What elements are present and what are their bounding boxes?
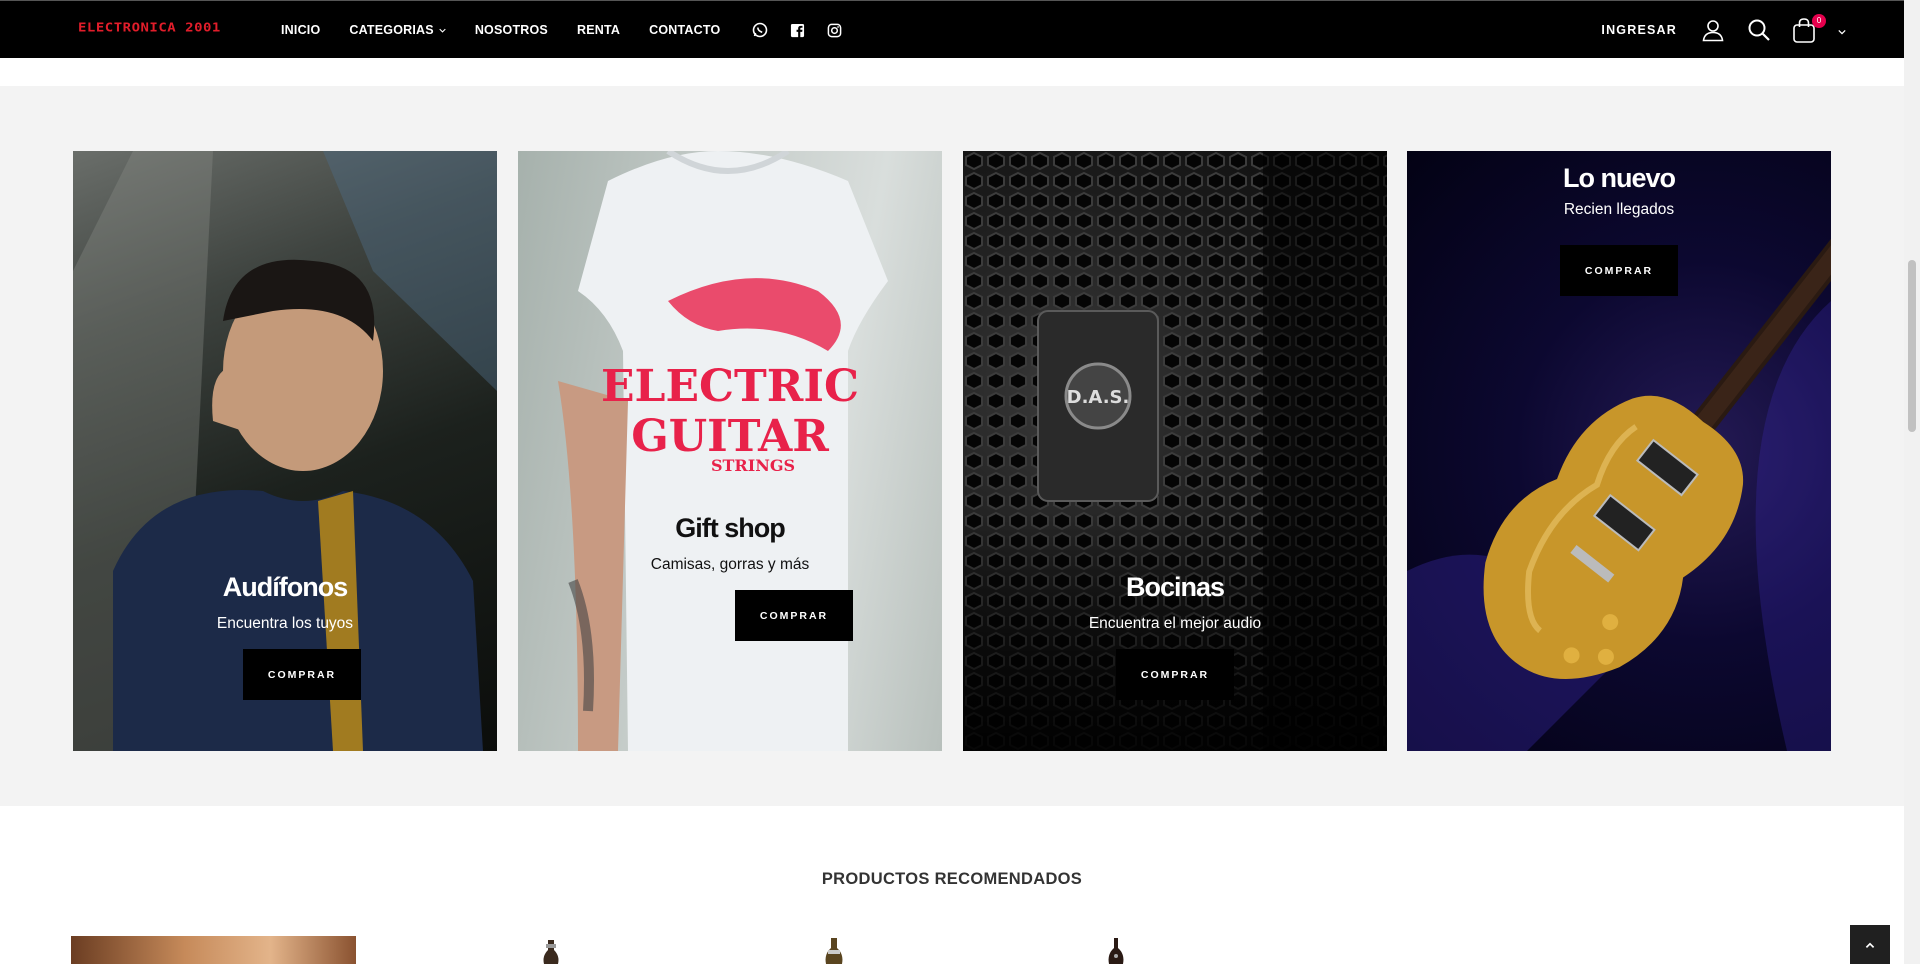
banner-image-guitar — [1407, 151, 1831, 751]
banner-image-tshirt: ELECTRIC GUITAR STRINGS — [518, 151, 942, 751]
site-logo[interactable]: ELECTRONICA 2001 — [78, 21, 221, 35]
banner-audifonos[interactable]: Audífonos Encuentra los tuyos COMPRAR — [73, 151, 497, 751]
page: ELECTRONICA 2001 INICIO CATEGORIAS NOSOT… — [0, 0, 1920, 964]
scroll-to-top-button[interactable] — [1850, 925, 1890, 964]
banner-title: Bocinas — [1125, 572, 1225, 602]
banner-bocinas[interactable]: D.A.S. Bocinas Encuentra el mejor audio … — [963, 151, 1387, 751]
banner-subtitle: Encuentra el mejor audio — [1088, 615, 1262, 632]
login-link[interactable]: INGRESAR — [1601, 23, 1677, 37]
whatsapp-icon[interactable] — [751, 21, 769, 39]
search-icon[interactable] — [1746, 17, 1772, 43]
chevron-down-icon — [439, 28, 446, 33]
banner-lo-nuevo[interactable]: Lo nuevo Recien llegados COMPRAR — [1407, 151, 1831, 751]
svg-text:STRINGS: STRINGS — [711, 456, 795, 475]
header-spacer — [0, 58, 1904, 86]
nav-categorias[interactable]: CATEGORIAS — [349, 23, 446, 37]
nav-nosotros[interactable]: NOSOTROS — [475, 23, 548, 37]
nav-inicio[interactable]: INICIO — [281, 23, 320, 37]
product-thumbnail[interactable] — [817, 936, 851, 964]
banner-buy-button[interactable]: COMPRAR — [1560, 245, 1678, 296]
svg-text:ELECTRIC: ELECTRIC — [601, 361, 859, 412]
banner-title: Gift shop — [675, 513, 785, 543]
scrollbar-thumb[interactable] — [1908, 260, 1916, 432]
main-menu: INICIO CATEGORIAS NOSOTROS RENTA CONTACT… — [281, 21, 862, 39]
chevron-down-icon — [1838, 29, 1846, 35]
nav-renta[interactable]: RENTA — [577, 23, 620, 37]
svg-text:GUITAR: GUITAR — [631, 411, 829, 462]
banner-title: Lo nuevo — [1563, 163, 1676, 193]
cart-button[interactable]: 0 — [1792, 14, 1846, 45]
banner-subtitle: Recien llegados — [1563, 201, 1675, 218]
nav-contacto[interactable]: CONTACTO — [649, 23, 720, 37]
social-links — [751, 21, 862, 39]
banner-title: Audífonos — [222, 572, 348, 602]
category-banners: Audífonos Encuentra los tuyos COMPRAR EL… — [0, 86, 1904, 806]
instagram-icon[interactable] — [825, 21, 843, 39]
page-scrollbar[interactable] — [1904, 0, 1920, 964]
product-thumbnail[interactable] — [1099, 936, 1133, 964]
banner-subtitle: Camisas, gorras y más — [650, 556, 810, 573]
facebook-icon[interactable] — [788, 21, 806, 39]
recommended-products-title: PRODUCTOS RECOMENDADOS — [821, 870, 1083, 888]
banner-gift-shop[interactable]: ELECTRIC GUITAR STRINGS Gift shop Camisa… — [518, 151, 942, 751]
nav-categorias-label: CATEGORIAS — [349, 23, 434, 37]
header-actions: INGRESAR 0 — [1601, 1, 1846, 59]
product-thumbnail[interactable] — [71, 936, 356, 964]
banner-buy-button[interactable]: COMPRAR — [243, 649, 361, 700]
user-icon[interactable] — [1700, 17, 1726, 43]
banner-subtitle: Encuentra los tuyos — [216, 615, 354, 632]
banner-buy-button[interactable]: COMPRAR — [1116, 649, 1234, 700]
chevron-up-icon — [1865, 942, 1875, 948]
top-navbar: ELECTRONICA 2001 INICIO CATEGORIAS NOSOT… — [0, 0, 1904, 58]
product-thumbnail[interactable] — [534, 936, 568, 964]
cart-count-badge: 0 — [1812, 14, 1826, 28]
banner-buy-button[interactable]: COMPRAR — [735, 590, 853, 641]
